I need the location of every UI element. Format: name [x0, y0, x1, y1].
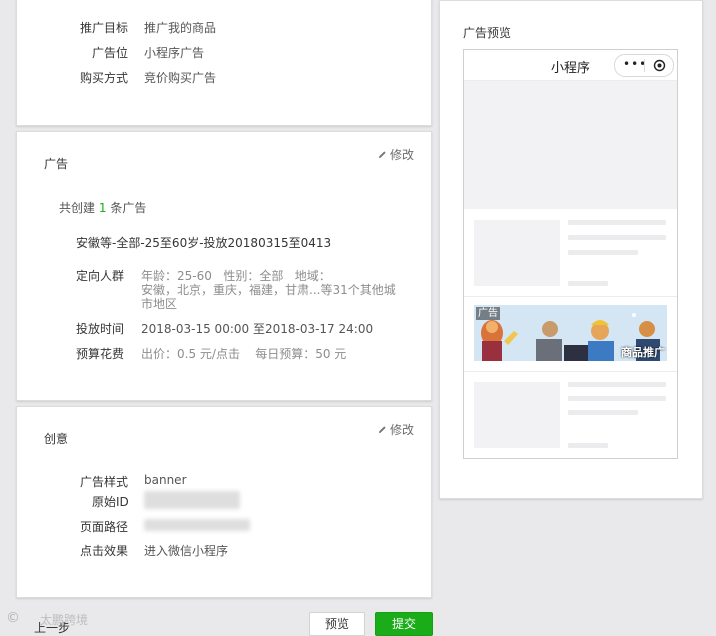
- capsule-divider: [644, 59, 645, 72]
- pencil-icon: [378, 426, 386, 434]
- placeholder-line: [568, 235, 666, 240]
- time-label: 投放时间: [76, 322, 125, 336]
- target-value: 推广我的商品: [144, 21, 217, 35]
- budget-value: 出价：0.5 元/点击 每日预算：50 元: [141, 347, 347, 361]
- ad-created-count: 共创建 1 条广告: [59, 199, 146, 216]
- placeholder-line: [568, 281, 608, 286]
- position-label: 广告位: [92, 46, 129, 60]
- pencil-icon: [378, 151, 386, 159]
- creative-card: 创意 修改 广告样式 banner 原始ID 页面路径 点击效果 进入微信小程序: [16, 406, 432, 598]
- click-effect-value: 进入微信小程序: [144, 544, 229, 558]
- preview-button[interactable]: 预览: [309, 612, 365, 636]
- style-label: 广告样式: [80, 475, 129, 489]
- ad-name: 安徽等-全部-25至60岁-投放20180315至0413: [76, 236, 332, 250]
- created-count: 1: [98, 201, 107, 215]
- position-value: 小程序广告: [144, 46, 205, 60]
- page-path-label: 页面路径: [80, 520, 129, 534]
- target-label: 推广目标: [80, 21, 129, 35]
- time-value: 2018-03-15 00:00 至2018-03-17 24:00: [141, 322, 374, 336]
- targeting-line-2: 安徽，北京，重庆，福建，甘肃...等31个其他城: [141, 283, 396, 297]
- ad-card: 广告 修改 共创建 1 条广告 安徽等-全部-25至60岁-投放20180315…: [16, 131, 432, 401]
- preview-title: 广告预览: [463, 26, 512, 40]
- prev-step-link[interactable]: 上一步: [34, 619, 70, 636]
- placeholder-thumb: [474, 220, 560, 286]
- placeholder-hero: [464, 81, 677, 209]
- banner-caption: 商品推广: [621, 346, 665, 359]
- origin-id-redacted: [144, 491, 240, 509]
- placeholder-thumb: [474, 382, 560, 448]
- placeholder-line: [568, 443, 608, 448]
- creative-edit-link[interactable]: 修改: [378, 421, 414, 438]
- placeholder-line: [568, 396, 666, 401]
- banner-ad[interactable]: 广告 商品推广: [474, 305, 667, 361]
- created-prefix: 共创建: [59, 201, 96, 215]
- page-path-redacted: [144, 519, 250, 531]
- origin-id-label: 原始ID: [92, 495, 129, 509]
- close-circle-icon: [653, 59, 666, 72]
- targeting-line-3: 市地区: [141, 297, 178, 311]
- list-divider: [464, 296, 677, 297]
- click-effect-label: 点击效果: [80, 544, 129, 558]
- ad-edit-link[interactable]: 修改: [378, 146, 414, 163]
- ad-tag-badge: 广告: [476, 307, 500, 320]
- summary-card: 推广目标 推广我的商品 广告位 小程序广告 购买方式 竞价购买广告: [16, 0, 432, 126]
- list-divider: [464, 371, 677, 372]
- miniprogram-title: 小程序: [551, 61, 591, 76]
- creative-edit-label: 修改: [390, 423, 415, 437]
- ad-edit-label: 修改: [390, 148, 415, 162]
- ad-section-title: 广告: [44, 157, 69, 171]
- placeholder-line: [568, 250, 638, 255]
- capsule-menu[interactable]: •••: [614, 54, 674, 77]
- buy-label: 购买方式: [80, 71, 129, 85]
- placeholder-line: [568, 220, 666, 225]
- placeholder-line: [568, 410, 638, 415]
- targeting-label: 定向人群: [76, 269, 125, 283]
- budget-label: 预算花费: [76, 347, 125, 361]
- miniprogram-nav-bar: 小程序 •••: [464, 50, 677, 81]
- placeholder-line: [568, 382, 666, 387]
- creative-section-title: 创意: [44, 432, 69, 446]
- style-value: banner: [144, 473, 187, 487]
- created-suffix: 条广告: [110, 201, 147, 215]
- phone-preview: 小程序 ••• 广告 商品推广: [463, 49, 678, 459]
- submit-button[interactable]: 提交: [375, 612, 433, 636]
- watermark-logo-icon: ©: [6, 610, 20, 626]
- buy-value: 竞价购买广告: [144, 71, 217, 85]
